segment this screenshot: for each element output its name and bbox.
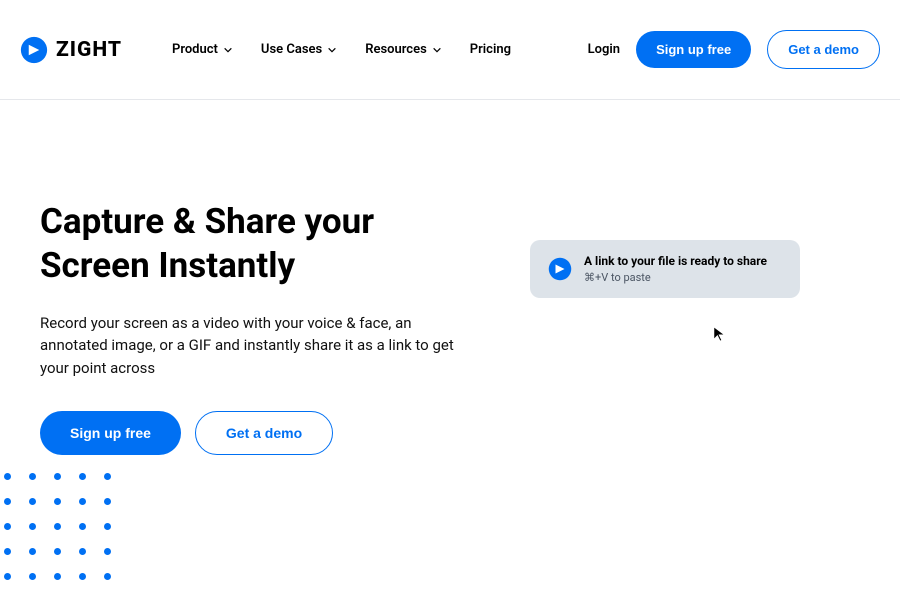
hero-section: Capture & Share your Screen Instantly Re…	[0, 100, 900, 455]
nav-resources[interactable]: Resources	[365, 42, 442, 57]
dot	[54, 523, 61, 530]
dot	[29, 473, 36, 480]
chevron-down-icon	[223, 45, 233, 55]
dot	[79, 523, 86, 530]
dot	[54, 473, 61, 480]
dot	[79, 498, 86, 505]
hero-actions: Sign up free Get a demo	[40, 411, 480, 455]
dot	[4, 498, 11, 505]
header-actions: Login Sign up free Get a demo	[588, 30, 880, 69]
dot	[54, 498, 61, 505]
dot	[79, 548, 86, 555]
demo-button-hero[interactable]: Get a demo	[195, 411, 333, 455]
nav-pricing-label: Pricing	[470, 42, 511, 57]
notification-content: A link to your file is ready to share ⌘+…	[584, 254, 782, 284]
nav-product-label: Product	[172, 42, 218, 57]
header: ZIGHT Product Use Cases Resources Pricin…	[0, 0, 900, 100]
dot	[79, 473, 86, 480]
zight-logo-icon	[548, 257, 572, 281]
dot	[104, 573, 111, 580]
dot	[29, 498, 36, 505]
cursor-icon	[712, 325, 730, 343]
dot	[4, 573, 11, 580]
logo-text: ZIGHT	[56, 38, 122, 62]
login-link[interactable]: Login	[588, 42, 620, 57]
hero-title: Capture & Share your Screen Instantly	[40, 200, 480, 288]
zight-logo-icon	[20, 36, 48, 64]
dot	[104, 473, 111, 480]
nav-use-cases[interactable]: Use Cases	[261, 42, 337, 57]
dot	[4, 548, 11, 555]
main-nav: Product Use Cases Resources Pricing	[172, 42, 588, 57]
dot	[4, 523, 11, 530]
notification-subtitle: ⌘+V to paste	[584, 271, 782, 284]
share-notification: A link to your file is ready to share ⌘+…	[530, 240, 800, 298]
dot	[104, 523, 111, 530]
logo[interactable]: ZIGHT	[20, 36, 122, 64]
signup-button-header[interactable]: Sign up free	[636, 31, 751, 68]
hero-content: Capture & Share your Screen Instantly Re…	[40, 200, 480, 455]
dot	[104, 548, 111, 555]
nav-resources-label: Resources	[365, 42, 427, 57]
dot	[54, 548, 61, 555]
demo-button-header[interactable]: Get a demo	[767, 30, 880, 69]
signup-button-hero[interactable]: Sign up free	[40, 411, 181, 455]
dot	[104, 498, 111, 505]
dot	[79, 573, 86, 580]
dot	[54, 573, 61, 580]
nav-use-cases-label: Use Cases	[261, 42, 322, 57]
notification-title: A link to your file is ready to share	[584, 254, 782, 268]
dot	[4, 473, 11, 480]
dot	[29, 523, 36, 530]
decorative-dots	[0, 473, 111, 580]
dot	[29, 573, 36, 580]
nav-product[interactable]: Product	[172, 42, 233, 57]
nav-pricing[interactable]: Pricing	[470, 42, 511, 57]
hero-subtitle: Record your screen as a video with your …	[40, 312, 480, 380]
chevron-down-icon	[432, 45, 442, 55]
chevron-down-icon	[327, 45, 337, 55]
dot	[29, 548, 36, 555]
